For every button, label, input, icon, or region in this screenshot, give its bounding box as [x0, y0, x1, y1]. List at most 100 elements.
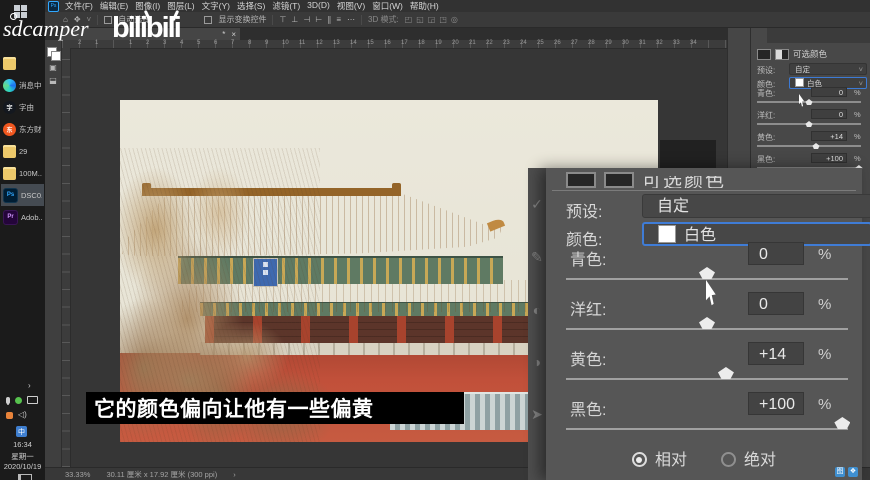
yellow-slider: 黄色: +14 % — [751, 131, 870, 154]
app-icon — [3, 144, 16, 158]
slider-thumb[interactable] — [834, 417, 851, 429]
slider-track[interactable] — [566, 267, 848, 280]
3d-mode-icon[interactable]: ◲ — [428, 15, 436, 24]
slider-thumb[interactable] — [699, 267, 715, 279]
slider-value-field[interactable]: +14 — [748, 342, 804, 365]
tab-close-icon[interactable]: × — [231, 30, 236, 39]
menu-item[interactable]: 滤镜(T) — [272, 0, 300, 12]
wechat-icon[interactable] — [15, 396, 22, 404]
slider-track[interactable] — [566, 367, 848, 380]
menu-item[interactable]: 编辑(E) — [100, 0, 128, 12]
microphone-icon[interactable] — [6, 396, 10, 404]
slider-thumb[interactable] — [717, 367, 734, 379]
menu-item[interactable]: 图层(L) — [167, 0, 194, 12]
align-icon[interactable]: ≡ — [336, 15, 341, 24]
input-method-icon[interactable]: 中 — [16, 426, 27, 437]
slider-value-field[interactable]: 0 — [811, 109, 847, 119]
slider-value-field[interactable]: +100 — [748, 392, 804, 415]
slider-track[interactable] — [757, 121, 861, 127]
menu-item[interactable]: 帮助(H) — [410, 0, 439, 12]
watermark-ring — [10, 13, 17, 20]
tray-expand-icon[interactable]: › — [28, 382, 31, 390]
menu-item[interactable]: 选择(S) — [237, 0, 265, 12]
photoshop-app-icon: Ps — [48, 0, 59, 12]
preset-dropdown[interactable]: 自定 ˅ — [789, 63, 867, 75]
taskbar-item-folder-pinned[interactable] — [1, 52, 44, 74]
slider-thumb[interactable] — [699, 317, 715, 329]
document-info: 30.11 厘米 x 17.92 厘米 (300 ppi) — [106, 469, 218, 479]
show-transform-checkbox[interactable] — [204, 15, 213, 24]
taskbar-item-folder-29[interactable]: 29 — [1, 140, 44, 162]
notification-center-icon[interactable] — [18, 474, 32, 480]
slider-track[interactable] — [566, 417, 851, 430]
tab-adjustments[interactable] — [767, 28, 783, 43]
slider-track[interactable] — [566, 317, 848, 330]
cyan-slider: 青色: 0 % — [751, 87, 870, 110]
align-icon[interactable]: ⊥ — [291, 15, 298, 24]
menu-item[interactable]: 视图(V) — [337, 0, 365, 12]
divider — [552, 190, 856, 191]
taskbar-item-photoshop[interactable]: Ps DSC0... — [1, 184, 44, 206]
slider-value-field[interactable]: +100 — [811, 153, 847, 163]
taskbar-item-ziyou[interactable]: 字 字由 — [1, 96, 44, 118]
slider-track[interactable] — [757, 143, 861, 149]
screen-mode-icon[interactable]: ⬓ — [49, 75, 57, 88]
color-swatch — [795, 78, 804, 87]
slider-thumb[interactable] — [812, 143, 820, 149]
app-label: DSC0... — [21, 190, 42, 200]
vertical-ruler[interactable]: 02468101214161820 — [48, 48, 71, 471]
status-chevron-icon[interactable]: › — [233, 470, 236, 479]
relative-radio[interactable]: 相对 — [631, 446, 687, 470]
app-tray-icon[interactable] — [6, 411, 13, 419]
app-label: 100M... — [19, 168, 42, 178]
tab-properties[interactable] — [751, 28, 767, 43]
3d-mode-icon[interactable]: ◳ — [439, 15, 447, 24]
app-label: 东方财... — [19, 124, 42, 134]
ime-indicator-icon[interactable]: 图 — [835, 467, 845, 477]
quick-mask-icon[interactable]: ▣ — [49, 62, 57, 75]
menu-item[interactable]: 窗口(W) — [372, 0, 403, 12]
mask-thumbnail-large — [604, 172, 634, 188]
slider-track[interactable] — [757, 99, 861, 105]
volume-icon[interactable]: ◁) — [18, 411, 27, 419]
3d-mode-icon[interactable]: ◱ — [416, 15, 424, 24]
menu-item[interactable]: 图像(I) — [135, 0, 160, 12]
channel-watermark: sdcamper — [3, 13, 89, 42]
taskbar-item-edge[interactable]: 消息中... — [1, 74, 44, 96]
slider-value-field[interactable]: +14 — [811, 131, 847, 141]
menu-item[interactable]: 文字(Y) — [202, 0, 230, 12]
app-icon: Ps — [3, 187, 18, 203]
slider-value-field[interactable]: 0 — [748, 242, 804, 265]
slider-thumb[interactable] — [805, 99, 813, 105]
app-icon: 字 — [3, 100, 16, 114]
adjustment-icon — [757, 48, 771, 60]
zoom-level-field[interactable]: 33.33% — [65, 470, 90, 479]
show-transform-label: 显示变换控件 — [218, 15, 267, 24]
magenta-slider: 洋红: 0 % — [751, 109, 870, 132]
mask-thumbnail[interactable] — [775, 48, 789, 60]
display-icon[interactable] — [27, 396, 38, 404]
selective-color-overlay: 可选颜色 预设: 自定 颜色: 白色 青色: 0 % 洋红: 0 % 黄色: +… — [546, 168, 870, 480]
ime-indicator-icon[interactable]: ❖ — [848, 467, 858, 477]
align-icon[interactable]: ⊣ — [303, 15, 310, 24]
menu-item[interactable]: 文件(F) — [65, 0, 93, 12]
3d-mode-icon[interactable]: ◎ — [451, 15, 458, 24]
slider-value-field[interactable]: 0 — [811, 87, 847, 97]
align-icon[interactable]: ⊤ — [279, 15, 286, 24]
clock-time[interactable]: 16:34 — [0, 440, 45, 449]
preset-dropdown[interactable]: 自定 — [642, 194, 870, 218]
taskbar-item-dongfang[interactable]: 东 东方财... — [1, 118, 44, 140]
slider-value-field[interactable]: 0 — [748, 292, 804, 315]
taskbar-item-premiere[interactable]: Pr Adob... — [1, 206, 44, 228]
3d-mode-icon[interactable]: ◰ — [405, 15, 413, 24]
more-options-icon[interactable]: ⋯ — [347, 15, 355, 24]
align-icon[interactable]: ∥ — [327, 15, 331, 24]
menu-item[interactable]: 3D(D) — [307, 0, 330, 12]
slider-thumb[interactable] — [805, 121, 813, 127]
overlay-strip-icon: ✎ — [531, 249, 543, 265]
color-swatches[interactable] — [47, 47, 61, 61]
taskbar-item-folder-100m[interactable]: 100M... — [1, 162, 44, 184]
absolute-radio[interactable]: 绝对 — [721, 446, 776, 470]
align-icon[interactable]: ⊢ — [315, 15, 322, 24]
video-subtitle: 它的颜色偏向让他有一些偏黄 — [86, 392, 464, 424]
